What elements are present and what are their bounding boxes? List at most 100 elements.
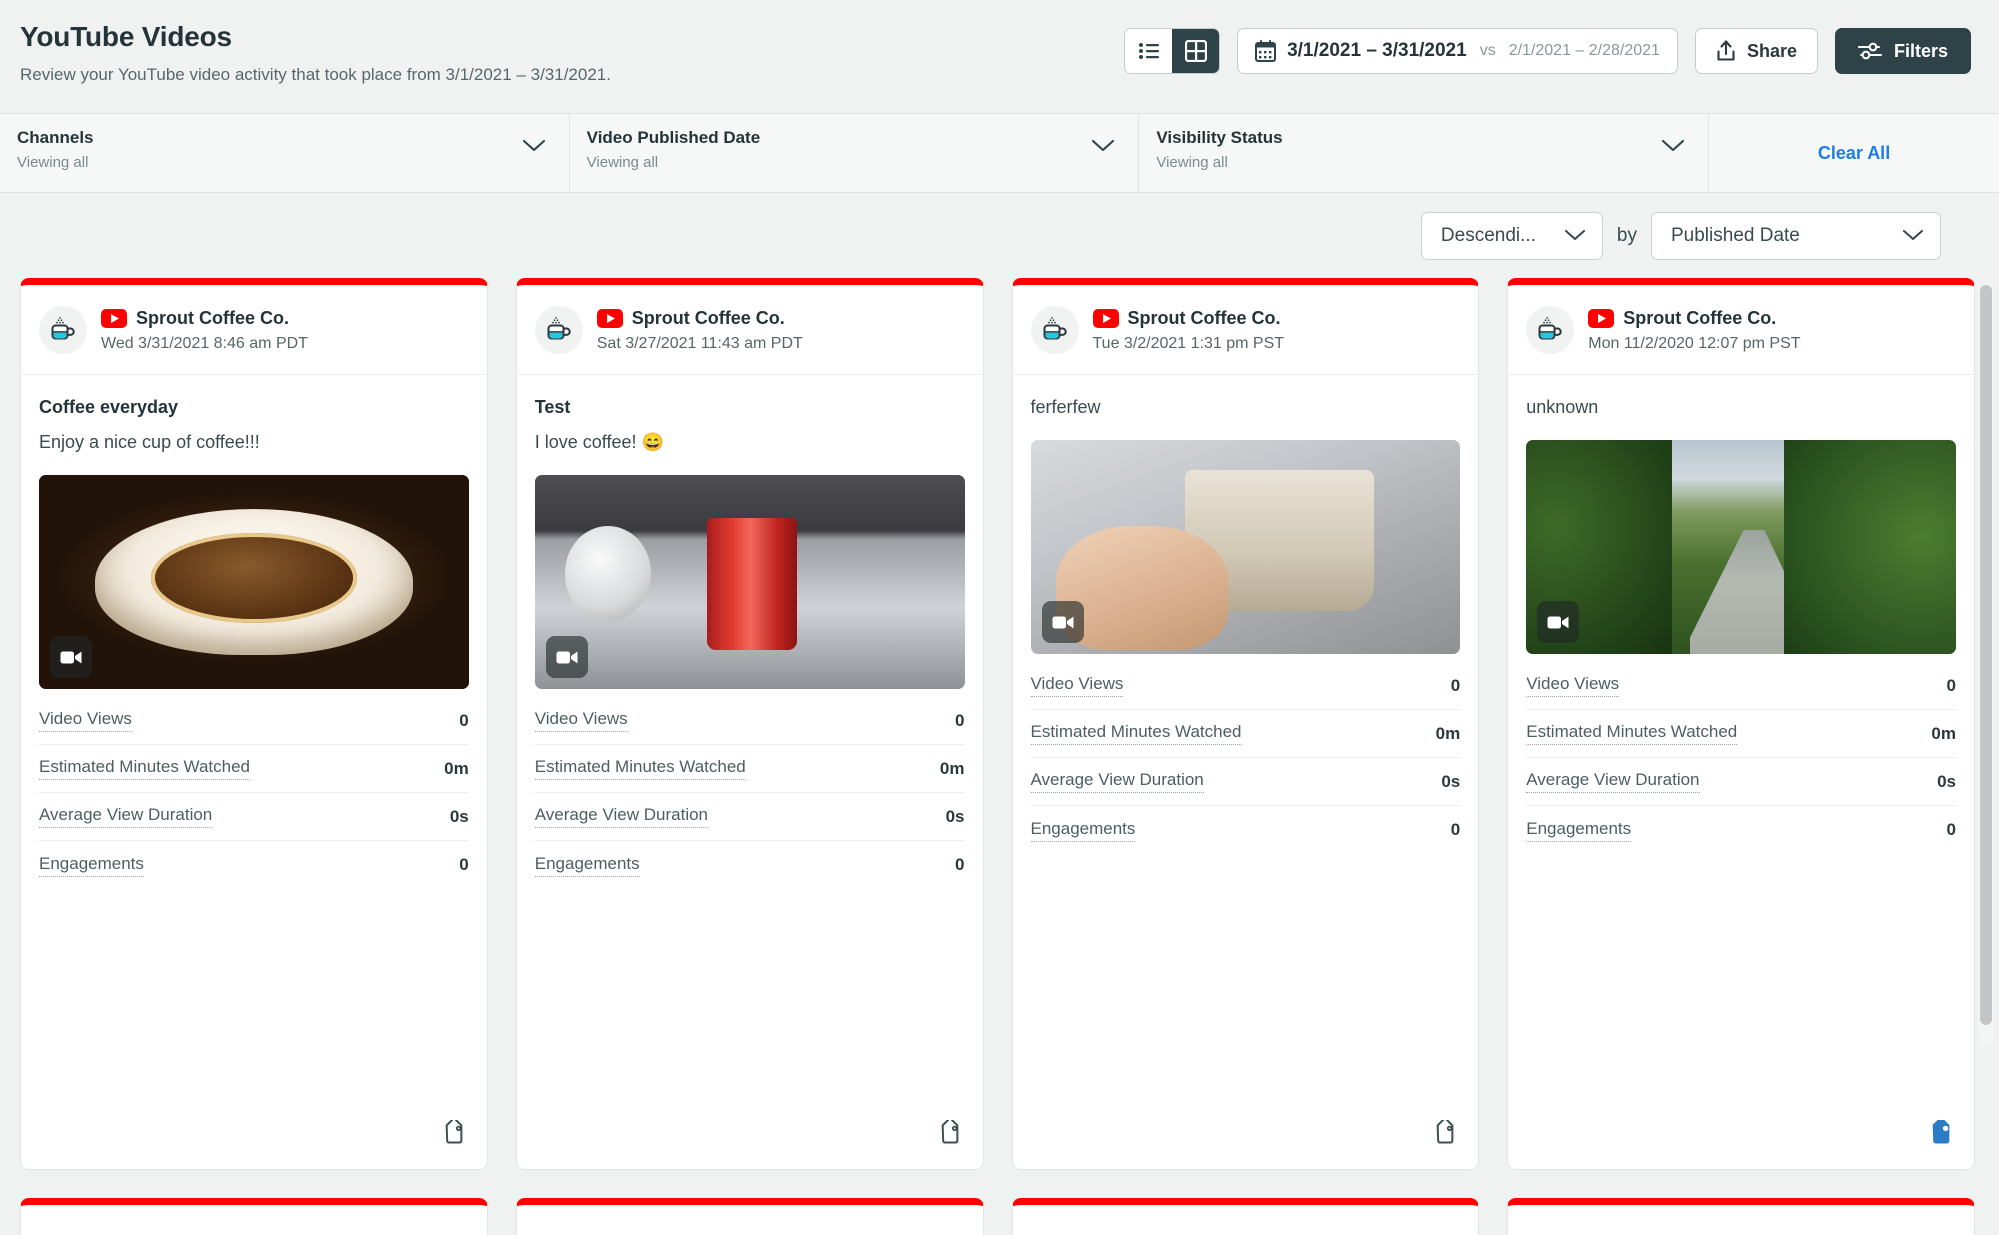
profile-name: Sprout Coffee Co.: [632, 308, 785, 329]
tag-button[interactable]: [1928, 1120, 1954, 1151]
metrics-list: Video Views 0 Estimated Minutes Watched …: [1031, 662, 1461, 854]
metric-row: Engagements 0: [1031, 806, 1461, 854]
metric-row: Estimated Minutes Watched 0m: [39, 745, 469, 793]
youtube-icon: [597, 309, 623, 328]
metric-label[interactable]: Estimated Minutes Watched: [39, 757, 250, 780]
video-card-footer: [517, 1120, 983, 1169]
video-card[interactable]: Sprout Coffee Co. Wed 3/31/2021 8:46 am …: [20, 278, 488, 1170]
vertical-scrollbar[interactable]: [1979, 284, 1993, 1046]
video-card-footer: [1508, 1120, 1974, 1169]
metric-label[interactable]: Estimated Minutes Watched: [1526, 722, 1737, 745]
profile-name: Sprout Coffee Co.: [136, 308, 289, 329]
metrics-list: Video Views 0 Estimated Minutes Watched …: [535, 697, 965, 889]
clear-all-button[interactable]: Clear All: [1709, 114, 1999, 192]
video-card[interactable]: Sprout Coffee Co. Mon 11/2/2020 12:07 pm…: [1507, 278, 1975, 1170]
published-timestamp: Sat 3/27/2021 11:43 am PDT: [597, 335, 803, 353]
metric-row: Average View Duration 0s: [39, 793, 469, 841]
coffee-cup-icon: [544, 315, 574, 345]
metric-label[interactable]: Video Views: [39, 709, 132, 732]
metric-label[interactable]: Estimated Minutes Watched: [1031, 722, 1242, 745]
sort-direction-select[interactable]: Descendi...: [1421, 212, 1603, 260]
tag-icon[interactable]: [441, 1120, 467, 1146]
video-thumbnail[interactable]: [39, 475, 469, 689]
metric-row: Estimated Minutes Watched 0m: [535, 745, 965, 793]
tag-icon[interactable]: [1432, 1120, 1458, 1146]
sort-field-select[interactable]: Published Date: [1651, 212, 1941, 260]
filter-channels-value: Viewing all: [17, 154, 547, 171]
metric-label[interactable]: Engagements: [1031, 819, 1136, 842]
tag-button[interactable]: [441, 1120, 467, 1151]
video-card-partial[interactable]: [20, 1198, 488, 1235]
metric-label[interactable]: Engagements: [535, 854, 640, 877]
video-thumbnail[interactable]: [535, 475, 965, 689]
sort-by-label: by: [1617, 225, 1637, 247]
list-view-button[interactable]: [1125, 29, 1172, 73]
video-card-partial[interactable]: [1012, 1198, 1480, 1235]
metric-value: 0s: [946, 807, 965, 827]
filter-video-published-date[interactable]: Video Published Date Viewing all: [570, 114, 1140, 192]
metric-value: 0s: [450, 807, 469, 827]
metrics-list: Video Views 0 Estimated Minutes Watched …: [39, 697, 469, 889]
share-button[interactable]: Share: [1695, 28, 1818, 74]
metric-row: Video Views 0: [1031, 662, 1461, 710]
avatar: [1526, 306, 1574, 354]
tag-button[interactable]: [1432, 1120, 1458, 1151]
youtube-icon: [1093, 309, 1119, 328]
video-card[interactable]: Sprout Coffee Co. Sat 3/27/2021 11:43 am…: [516, 278, 984, 1170]
metric-label[interactable]: Estimated Minutes Watched: [535, 757, 746, 780]
header-controls: 3/1/2021 – 3/31/2021 vs 2/1/2021 – 2/28/…: [1124, 18, 1971, 74]
video-card-partial[interactable]: [1507, 1198, 1975, 1235]
video-card-body: unknown: [1508, 375, 1974, 418]
tag-button[interactable]: [937, 1120, 963, 1151]
filters-button[interactable]: Filters: [1835, 28, 1971, 74]
tag-icon[interactable]: [937, 1120, 963, 1146]
filter-visibility-status[interactable]: Visibility Status Viewing all: [1139, 114, 1709, 192]
video-camera-icon: [556, 650, 578, 665]
published-timestamp: Mon 11/2/2020 12:07 pm PST: [1588, 335, 1800, 353]
chevron-down-icon: [1901, 228, 1925, 243]
metric-row: Engagements 0: [1526, 806, 1956, 854]
metric-value: 0: [1947, 820, 1956, 840]
page-header: YouTube Videos Review your YouTube video…: [0, 0, 1999, 113]
metric-value: 0m: [444, 759, 469, 779]
profile-name-row: Sprout Coffee Co.: [597, 308, 803, 329]
metric-row: Engagements 0: [39, 841, 469, 889]
metric-label[interactable]: Average View Duration: [1526, 770, 1699, 793]
metric-label[interactable]: Average View Duration: [39, 805, 212, 828]
profile-info: Sprout Coffee Co. Sat 3/27/2021 11:43 am…: [597, 308, 803, 353]
metric-label[interactable]: Engagements: [1526, 819, 1631, 842]
video-card-partial[interactable]: [516, 1198, 984, 1235]
scrollbar-thumb[interactable]: [1980, 285, 1992, 1025]
date-range-picker[interactable]: 3/1/2021 – 3/31/2021 vs 2/1/2021 – 2/28/…: [1237, 28, 1678, 74]
metric-value: 0s: [1937, 772, 1956, 792]
published-timestamp: Tue 3/2/2021 1:31 pm PST: [1093, 335, 1285, 353]
metric-label[interactable]: Engagements: [39, 854, 144, 877]
view-toggle-group: [1124, 28, 1220, 74]
avatar: [1031, 306, 1079, 354]
youtube-icon: [1588, 309, 1614, 328]
filter-published-date-label: Video Published Date: [587, 128, 1117, 148]
video-camera-icon: [60, 650, 82, 665]
grid-view-button[interactable]: [1172, 29, 1219, 73]
filter-channels[interactable]: Channels Viewing all: [0, 114, 570, 192]
video-thumbnail[interactable]: [1031, 440, 1461, 654]
metric-label[interactable]: Video Views: [535, 709, 628, 732]
filter-visibility-value: Viewing all: [1156, 154, 1686, 171]
video-card[interactable]: Sprout Coffee Co. Tue 3/2/2021 1:31 pm P…: [1012, 278, 1480, 1170]
list-icon: [1138, 42, 1160, 60]
metric-row: Estimated Minutes Watched 0m: [1526, 710, 1956, 758]
video-card-header: Sprout Coffee Co. Tue 3/2/2021 1:31 pm P…: [1013, 285, 1479, 375]
metric-value: 0m: [940, 759, 965, 779]
metric-label[interactable]: Average View Duration: [535, 805, 708, 828]
metric-label[interactable]: Average View Duration: [1031, 770, 1204, 793]
metric-label[interactable]: Video Views: [1031, 674, 1124, 697]
metric-value: 0: [1451, 820, 1460, 840]
metric-label[interactable]: Video Views: [1526, 674, 1619, 697]
coffee-cup-thumbnail: [39, 475, 469, 689]
tag-icon[interactable]: [1928, 1120, 1954, 1146]
video-type-badge: [1537, 601, 1579, 643]
published-timestamp: Wed 3/31/2021 8:46 am PDT: [101, 335, 308, 353]
profile-info: Sprout Coffee Co. Tue 3/2/2021 1:31 pm P…: [1093, 308, 1285, 353]
metric-value: 0: [459, 711, 468, 731]
video-thumbnail[interactable]: [1526, 440, 1956, 654]
